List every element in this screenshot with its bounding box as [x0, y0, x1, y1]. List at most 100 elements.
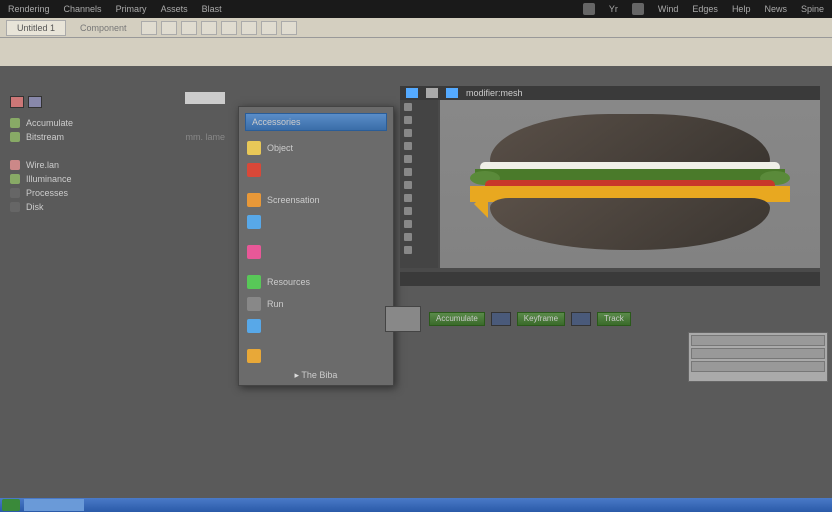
- timeline-gap[interactable]: [491, 312, 511, 326]
- layer-row[interactable]: [400, 178, 438, 191]
- app-icon: [247, 297, 261, 311]
- layer-icon: [404, 168, 412, 176]
- menu-item[interactable]: Resources: [239, 271, 393, 293]
- property-row[interactable]: [691, 335, 825, 346]
- menu-item[interactable]: [239, 159, 393, 181]
- app-icon: [247, 193, 261, 207]
- layer-row[interactable]: [400, 230, 438, 243]
- menu-item[interactable]: Help: [732, 4, 751, 14]
- menu-item[interactable]: Object: [239, 137, 393, 159]
- menu-item[interactable]: [239, 315, 393, 337]
- timeline-clip[interactable]: Accumulate: [429, 312, 485, 326]
- taskbar-task[interactable]: [24, 499, 84, 511]
- menu-item[interactable]: [239, 211, 393, 233]
- layer-icon: [404, 181, 412, 189]
- menu-item[interactable]: Rendering: [8, 4, 50, 14]
- layer-row[interactable]: [400, 152, 438, 165]
- taskbar: [0, 498, 832, 512]
- layer-row[interactable]: [400, 126, 438, 139]
- app-icon: [247, 245, 261, 259]
- app-icon: [247, 319, 261, 333]
- layer-list: [400, 100, 438, 268]
- viewport-canvas[interactable]: [440, 100, 820, 268]
- folder-icon: [10, 96, 24, 108]
- bun-top: [490, 114, 770, 169]
- render-icon[interactable]: [446, 88, 458, 98]
- node-icon: [10, 132, 20, 142]
- menu-item[interactable]: Assets: [161, 4, 188, 14]
- tool-button[interactable]: [141, 21, 157, 35]
- layer-icon[interactable]: [632, 3, 644, 15]
- tool-button[interactable]: [261, 21, 277, 35]
- layer-row[interactable]: [400, 217, 438, 230]
- layer-row[interactable]: [400, 204, 438, 217]
- workspace: Accumulate Bitstreammm. lame Wire.lan Il…: [0, 66, 832, 498]
- cube-icon[interactable]: [406, 88, 418, 98]
- menu-item[interactable]: Wind: [658, 4, 679, 14]
- tool-button[interactable]: [281, 21, 297, 35]
- burger-model[interactable]: [470, 114, 790, 254]
- layer-icon: [404, 142, 412, 150]
- layer-row[interactable]: [400, 191, 438, 204]
- menu-item[interactable]: Channels: [64, 4, 102, 14]
- node-icon: [10, 188, 20, 198]
- timeline-gap[interactable]: [571, 312, 591, 326]
- panel-tab[interactable]: [185, 92, 225, 104]
- bun-bottom: [490, 198, 770, 250]
- viewport: modifier:mesh: [400, 86, 820, 286]
- tool-button[interactable]: [221, 21, 237, 35]
- list-item[interactable]: Accumulate: [10, 116, 225, 130]
- menu-item[interactable]: News: [764, 4, 787, 14]
- property-row[interactable]: [691, 361, 825, 372]
- menu-footer[interactable]: ▸ The Biba: [239, 370, 393, 381]
- breadcrumb: Component: [70, 21, 137, 35]
- layer-icon: [404, 246, 412, 254]
- node-icon: [10, 202, 20, 212]
- menu-item[interactable]: Blast: [202, 4, 222, 14]
- document-tab[interactable]: Untitled 1: [6, 20, 66, 36]
- start-menu: Accessories Object Screensation ResourcesR…: [238, 106, 394, 386]
- tool-button[interactable]: [161, 21, 177, 35]
- menu-item[interactable]: Primary: [116, 4, 147, 14]
- view-icon[interactable]: [426, 88, 438, 98]
- menu-item[interactable]: [239, 241, 393, 263]
- layer-row[interactable]: [400, 243, 438, 256]
- viewport-header: modifier:mesh: [400, 86, 820, 100]
- menu-item[interactable]: [239, 345, 393, 367]
- layer-icon: [404, 116, 412, 124]
- ribbon: [0, 38, 832, 66]
- menu-item[interactable]: Spine: [801, 4, 824, 14]
- list-item[interactable]: Disk: [10, 200, 225, 214]
- layer-icon: [404, 155, 412, 163]
- menubar: Rendering Channels Primary Assets Blast …: [0, 0, 832, 18]
- timeline-thumb[interactable]: [385, 306, 421, 332]
- list-item[interactable]: Bitstreammm. lame: [10, 130, 225, 144]
- tool-button[interactable]: [241, 21, 257, 35]
- list-item[interactable]: Wire.lan: [10, 158, 225, 172]
- layer-icon: [404, 220, 412, 228]
- property-row[interactable]: [691, 348, 825, 359]
- layer-row[interactable]: [400, 100, 438, 113]
- app-icon: [247, 349, 261, 363]
- menu-item-selected[interactable]: Accessories: [245, 113, 387, 131]
- menu-item[interactable]: Yr: [609, 4, 618, 14]
- timeline-clip[interactable]: Keyframe: [517, 312, 565, 326]
- list-item[interactable]: Processes: [10, 186, 225, 200]
- node-icon: [10, 118, 20, 128]
- app-icon: [247, 141, 261, 155]
- outliner-panel: Accumulate Bitstreammm. lame Wire.lan Il…: [10, 96, 225, 214]
- layer-icon: [404, 129, 412, 137]
- menu-item[interactable]: Run: [239, 293, 393, 315]
- layer-row[interactable]: [400, 139, 438, 152]
- layer-row[interactable]: [400, 165, 438, 178]
- tool-button[interactable]: [201, 21, 217, 35]
- node-icon: [10, 160, 20, 170]
- home-icon[interactable]: [583, 3, 595, 15]
- layer-row[interactable]: [400, 113, 438, 126]
- tool-button[interactable]: [181, 21, 197, 35]
- start-button[interactable]: [2, 499, 20, 511]
- list-item[interactable]: Illuminance: [10, 172, 225, 186]
- menu-item[interactable]: Screensation: [239, 189, 393, 211]
- menu-item[interactable]: Edges: [692, 4, 718, 14]
- timeline-clip[interactable]: Track: [597, 312, 631, 326]
